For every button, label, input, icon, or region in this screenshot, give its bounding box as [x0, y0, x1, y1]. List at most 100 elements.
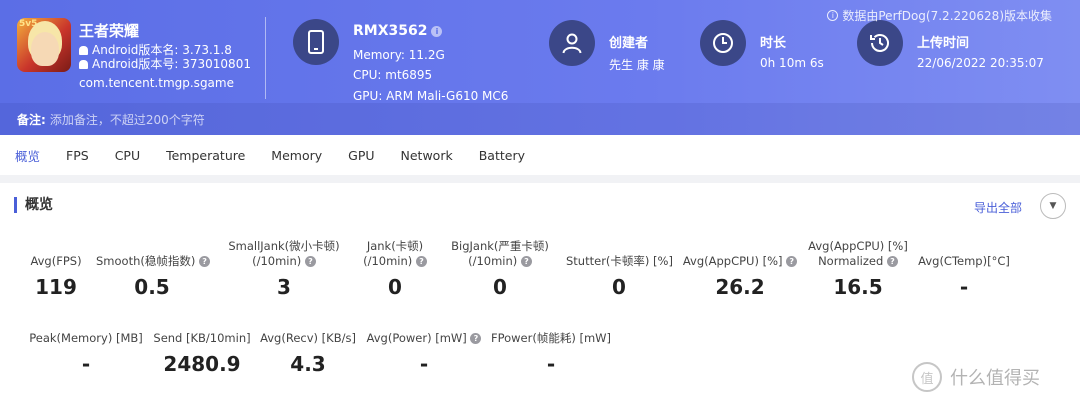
metric-label: Normalized ?	[806, 254, 910, 269]
creator-label: 创建者	[609, 36, 649, 51]
app-icon-character	[31, 32, 59, 66]
metric-label-text: (/10min)	[468, 254, 518, 268]
android-icon	[79, 45, 88, 55]
creator-value: 先生 康 康	[609, 58, 665, 72]
tab-cpu[interactable]: CPU	[115, 148, 140, 163]
metric-label: Avg(Power) [mW] ?	[364, 331, 484, 346]
metric-smooth: Smooth(稳帧指数) ? 0.5	[96, 239, 211, 299]
tab-memory[interactable]: Memory	[271, 148, 322, 163]
app-version-code: Android版本号: 373010801	[92, 57, 251, 71]
help-icon[interactable]: ?	[304, 256, 316, 267]
help-icon[interactable]: ?	[470, 333, 482, 344]
tab-fps[interactable]: FPS	[66, 148, 89, 163]
app-package: com.tencent.tmgp.sgame	[79, 76, 234, 90]
note-bar[interactable]: 备注: 添加备注，不超过200个字符	[0, 103, 1080, 135]
metric-value: 4.3	[290, 352, 326, 376]
metric-value: 0	[388, 275, 402, 299]
metric-label: Jank(卡顿)	[366, 239, 424, 253]
metric-label-text: Smooth(稳帧指数)	[96, 254, 196, 268]
metric-jank: Jank(卡顿) (/10min) ? 0	[352, 239, 438, 299]
tab-temperature[interactable]: Temperature	[166, 148, 245, 163]
help-icon[interactable]: ?	[199, 256, 211, 267]
metric-value: 26.2	[715, 275, 765, 299]
metric-stutter: Stutter(卡顿率) [%] 0	[566, 239, 673, 299]
app-version-info: Android版本名: 3.73.1.8 Android版本号: 3730108…	[79, 43, 251, 71]
metric-label	[20, 239, 92, 254]
metric-big-jank: BigJank(严重卡顿) (/10min) ? 0	[444, 239, 556, 299]
metric-label	[682, 239, 798, 254]
metric-label: FPower(帧能耗) [mW]	[490, 331, 612, 345]
metric-label-text: (/10min)	[363, 254, 413, 268]
metric-value: -	[546, 352, 556, 376]
export-all-link[interactable]: 导出全部	[974, 199, 1022, 216]
header-divider	[265, 17, 266, 99]
metric-avg-app-cpu-normalized: Avg(AppCPU) [%] Normalized ? 16.5	[806, 239, 910, 299]
tab-gpu[interactable]: GPU	[348, 148, 374, 163]
metric-label: Avg(AppCPU) [%]	[808, 239, 908, 253]
app-version-name: Android版本名: 3.73.1.8	[92, 43, 232, 57]
android-icon	[79, 59, 88, 69]
clock-icon	[700, 20, 746, 66]
metric-avg-power: Avg(Power) [mW] ? -	[364, 331, 484, 376]
watermark: 值 什么值得买	[912, 362, 1040, 392]
help-icon[interactable]: ?	[886, 256, 898, 267]
metric-label: (/10min) ?	[444, 254, 556, 269]
metric-label: SmallJank(微小卡顿)	[228, 239, 340, 253]
info-icon: i	[827, 10, 839, 21]
metric-label: BigJank(严重卡顿)	[451, 239, 549, 253]
help-icon[interactable]: ?	[520, 256, 532, 267]
metric-label: Avg(CTemp)[°C]	[918, 254, 1010, 268]
device-gpu: GPU: ARM Mali-G610 MC6	[353, 89, 509, 103]
metric-label: Avg(AppCPU) [%] ?	[682, 254, 798, 269]
metric-label	[918, 239, 1010, 254]
metric-label: Avg(FPS)	[30, 254, 82, 268]
metric-value: -	[81, 352, 91, 376]
metric-avg-app-cpu: Avg(AppCPU) [%] ? 26.2	[682, 239, 798, 299]
device-model-label: RMX3562	[353, 23, 428, 39]
note-input[interactable]: 添加备注，不超过200个字符	[50, 111, 205, 128]
metric-label	[566, 239, 672, 254]
device-model: RMX3562 i	[353, 23, 443, 39]
tab-bar: 概览 FPS CPU Temperature Memory GPU Networ…	[0, 135, 1080, 175]
app-icon: 5v5	[17, 18, 71, 72]
caret-down-icon: ▼	[1049, 201, 1057, 211]
duration-value: 0h 10m 6s	[760, 56, 824, 70]
metric-value: 3	[277, 275, 291, 299]
metric-label-text: Avg(AppCPU) [%]	[682, 254, 783, 268]
metric-peak-memory: Peak(Memory) [MB] -	[28, 331, 144, 376]
app-icon-badge: 5v5	[19, 19, 38, 29]
metric-label: (/10min) ?	[352, 254, 438, 269]
metric-label: Peak(Memory) [MB]	[29, 331, 143, 345]
metric-label: Smooth(稳帧指数) ?	[96, 254, 211, 269]
metric-avg-ctemp: Avg(CTemp)[°C] -	[918, 239, 1010, 299]
phone-icon	[293, 19, 339, 65]
note-label: 备注:	[17, 112, 46, 127]
watermark-text: 什么值得买	[950, 368, 1040, 389]
metric-value: 0	[493, 275, 507, 299]
metric-value: 119	[35, 275, 77, 299]
tab-network[interactable]: Network	[401, 148, 453, 163]
device-memory: Memory: 11.2G	[353, 48, 445, 62]
metric-fpower: FPower(帧能耗) [mW] -	[490, 331, 612, 376]
metric-label: Avg(Recv) [KB/s]	[260, 331, 356, 345]
metric-avg-fps: Avg(FPS) 119	[20, 239, 92, 299]
device-info-icon[interactable]: i	[431, 25, 443, 37]
help-icon[interactable]: ?	[786, 256, 798, 267]
metric-label-text: Avg(Power) [mW]	[366, 331, 467, 345]
upload-time-value: 22/06/2022 20:35:07	[917, 56, 1044, 70]
metric-label-text: Normalized	[818, 254, 884, 268]
metric-send: Send [KB/10min] 2480.9	[152, 331, 252, 376]
device-cpu: CPU: mt6895	[353, 68, 433, 82]
upload-time-label: 上传时间	[917, 36, 970, 51]
metric-value: 0.5	[134, 275, 170, 299]
help-icon[interactable]: ?	[415, 256, 427, 267]
collapse-button[interactable]: ▼	[1040, 193, 1066, 219]
metric-label: Stutter(卡顿率) [%]	[566, 254, 673, 268]
tab-battery[interactable]: Battery	[479, 148, 525, 163]
metric-label	[96, 239, 208, 254]
tab-overview[interactable]: 概览	[15, 146, 40, 165]
metric-avg-recv: Avg(Recv) [KB/s] 4.3	[260, 331, 356, 376]
overview-title: 概览	[14, 197, 53, 213]
metric-value: -	[419, 352, 429, 376]
metric-label: Send [KB/10min]	[153, 331, 251, 345]
